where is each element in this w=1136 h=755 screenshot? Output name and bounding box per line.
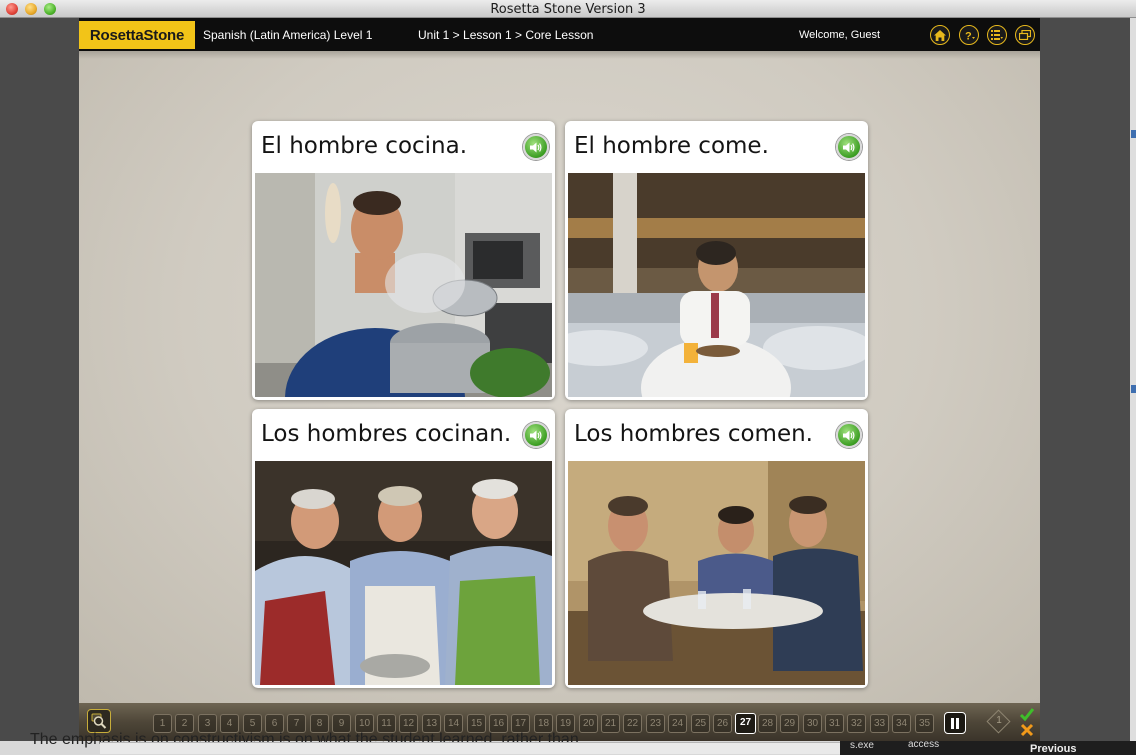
speaker-icon (530, 430, 542, 440)
desktop-background (1040, 18, 1136, 755)
svg-text:?: ? (965, 31, 972, 42)
menu-button[interactable] (987, 25, 1007, 45)
background-taskbar (840, 741, 1136, 755)
photo-man-cooking (255, 173, 552, 397)
play-audio-button[interactable] (523, 134, 549, 160)
taskbar-item[interactable]: access (908, 739, 939, 750)
screen-button[interactable]: 35 (915, 714, 934, 733)
lesson-breadcrumb: Unit 1 > Lesson 1 > Core Lesson (418, 28, 594, 42)
screen-button[interactable]: 21 (601, 714, 620, 733)
taskbar-item[interactable]: s.exe (850, 740, 874, 751)
pause-button[interactable] (944, 712, 966, 734)
speaker-icon (530, 142, 542, 152)
stage-shadow (79, 51, 1040, 59)
milestone-number: 1 (996, 715, 1002, 726)
answer-card[interactable]: El hombre cocina. (252, 121, 555, 400)
speaker-icon (843, 142, 855, 152)
welcome-text: Welcome, Guest (799, 29, 881, 41)
screen: Rosetta Stone Version 3 RosettaStone Spa… (0, 0, 1136, 755)
rosetta-stone-logo: RosettaStone (79, 21, 195, 49)
screen-button[interactable]: 26 (713, 714, 732, 733)
app-header: RosettaStone Spanish (Latin America) Lev… (79, 18, 1040, 51)
speaker-icon (843, 430, 855, 440)
screen-button[interactable]: 22 (623, 714, 642, 733)
magnifier-icon (91, 713, 107, 729)
background-window-marker (1131, 130, 1136, 138)
home-button[interactable] (930, 25, 950, 45)
play-audio-button[interactable] (836, 422, 862, 448)
lesson-stage: El hombre cocina. El hombre come. Los ho… (79, 51, 1040, 703)
background-window-marker (1131, 385, 1136, 393)
home-icon (934, 29, 946, 41)
check-icon (1019, 708, 1035, 722)
screen-button[interactable]: 32 (847, 714, 866, 733)
play-audio-button[interactable] (836, 134, 862, 160)
screen-button[interactable]: 30 (803, 714, 822, 733)
screen-button[interactable]: 31 (825, 714, 844, 733)
play-audio-button[interactable] (523, 422, 549, 448)
screen-button[interactable]: 23 (646, 714, 665, 733)
screen-button[interactable]: 25 (691, 714, 710, 733)
screen-button[interactable]: 20 (579, 714, 598, 733)
answer-card[interactable]: Los hombres comen. (565, 409, 868, 688)
background-scrollbar (100, 742, 840, 754)
list-icon (991, 30, 1003, 40)
zoom-button[interactable] (87, 709, 111, 733)
screen-button[interactable]: 34 (892, 714, 911, 733)
help-button[interactable]: ? (959, 25, 979, 45)
course-title: Spanish (Latin America) Level 1 (203, 28, 373, 42)
taskbar-item[interactable]: Previous (1030, 743, 1076, 755)
photo-men-cooking (255, 461, 552, 685)
pause-icon (951, 717, 959, 729)
help-icon: ? (965, 31, 975, 42)
screen-button[interactable]: 33 (870, 714, 889, 733)
card-caption: El hombre come. (574, 133, 769, 159)
window-title: Rosetta Stone Version 3 (490, 2, 646, 17)
photo-men-eating (568, 461, 865, 685)
card-caption: Los hombres comen. (574, 421, 813, 447)
window-mode-button[interactable] (1015, 25, 1035, 45)
card-caption: El hombre cocina. (261, 133, 468, 159)
card-caption: Los hombres cocinan. (261, 421, 512, 447)
answer-card[interactable]: El hombre come. (565, 121, 868, 400)
current-screen-button[interactable]: 27 (735, 713, 756, 734)
screen-button[interactable]: 28 (758, 714, 777, 733)
window-titlebar: Rosetta Stone Version 3 (0, 0, 1136, 18)
score-indicator (1019, 707, 1035, 737)
windows-icon (1019, 30, 1031, 40)
answer-card[interactable]: Los hombres cocinan. (252, 409, 555, 688)
photo-man-eating (568, 173, 865, 397)
screen-button[interactable]: 29 (780, 714, 799, 733)
screen-button[interactable]: 24 (668, 714, 687, 733)
cross-icon (1020, 723, 1034, 737)
